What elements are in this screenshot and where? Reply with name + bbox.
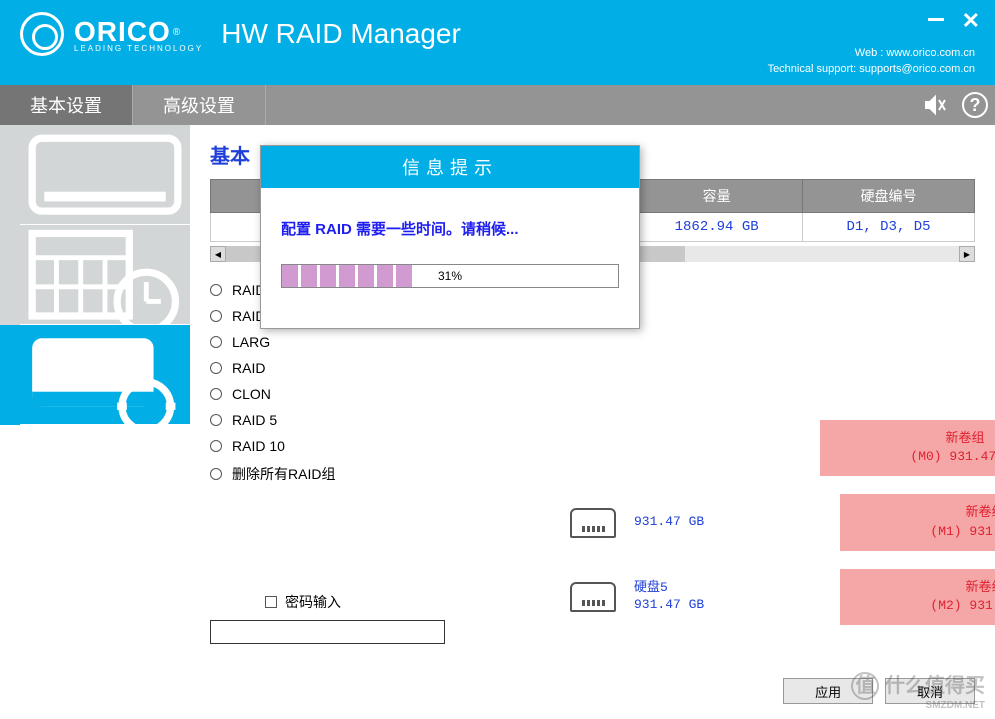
disk-row: 931.47 GB 新卷组 (M1) 931.47 GB bbox=[570, 494, 995, 550]
brand-tagline: LEADING TECHNOLOGY bbox=[74, 44, 203, 53]
radio-icon bbox=[210, 388, 222, 400]
col-disk-id: 硬盘编号 bbox=[803, 180, 975, 213]
radio-icon bbox=[210, 336, 222, 348]
sidebar-item-schedule[interactable] bbox=[20, 225, 190, 325]
radio-icon bbox=[210, 414, 222, 426]
brand-block: ORICO® LEADING TECHNOLOGY bbox=[74, 16, 203, 53]
volume-box[interactable]: 新卷组 (M2) 931.47 GB bbox=[840, 569, 995, 625]
close-icon[interactable]: ✕ bbox=[962, 8, 980, 34]
radio-icon bbox=[210, 362, 222, 374]
password-checkbox-row[interactable]: 密码输入 bbox=[265, 592, 445, 612]
raid-option[interactable]: LARG bbox=[210, 334, 975, 350]
disk-row: 硬盘5 931.47 GB 新卷组 (M2) 931.47 GB bbox=[570, 569, 995, 625]
raid-option[interactable]: CLON bbox=[210, 386, 975, 402]
radio-icon bbox=[210, 468, 222, 480]
registered-icon: ® bbox=[173, 27, 180, 38]
volume-box[interactable]: 新卷组 (M1) 931.47 GB bbox=[840, 494, 995, 550]
disk-volume-area: 新卷组 (M0) 931.47 GB 931.47 GB 新卷组 (M1) 93… bbox=[570, 420, 995, 643]
password-area: 密码输入 bbox=[210, 592, 445, 644]
cell-disk-id: D1, D3, D5 bbox=[803, 213, 975, 242]
radio-icon bbox=[210, 310, 222, 322]
scroll-right-icon[interactable]: ▶ bbox=[959, 246, 975, 262]
sidebar-item-raid-config[interactable] bbox=[20, 325, 190, 425]
disk-info: 硬盘5 931.47 GB bbox=[634, 580, 704, 614]
progress-percent: 31% bbox=[438, 269, 462, 283]
volume-box[interactable]: 新卷组 (M0) 931.47 GB bbox=[820, 420, 995, 476]
web-link[interactable]: Web : www.orico.com.cn bbox=[768, 46, 975, 61]
password-label: 密码输入 bbox=[285, 592, 341, 612]
dialog-message: 配置 RAID 需要一些时间。请稍候... bbox=[281, 218, 619, 239]
disk-gear-icon bbox=[20, 314, 190, 435]
header-links: Web : www.orico.com.cn Technical support… bbox=[768, 46, 975, 77]
sidebar bbox=[0, 125, 190, 719]
radio-icon bbox=[210, 440, 222, 452]
brand-logo-icon bbox=[20, 12, 64, 56]
support-link[interactable]: Technical support: supports@orico.com.cn bbox=[768, 62, 975, 77]
dialog-body: 配置 RAID 需要一些时间。请稍候... 31% bbox=[261, 188, 639, 328]
scroll-left-icon[interactable]: ◀ bbox=[210, 246, 226, 262]
cell-capacity: 1862.94 GB bbox=[631, 213, 803, 242]
disk-info: 931.47 GB bbox=[634, 514, 704, 531]
volume-row: 新卷组 (M0) 931.47 GB bbox=[820, 420, 995, 476]
minimize-icon[interactable] bbox=[928, 18, 944, 21]
progress-bar: 31% bbox=[281, 264, 619, 288]
info-dialog: 信息提示 配置 RAID 需要一些时间。请稍候... 31% bbox=[260, 145, 640, 329]
checkbox-icon[interactable] bbox=[265, 596, 277, 608]
sidebar-item-disk[interactable] bbox=[20, 125, 190, 225]
password-input[interactable] bbox=[210, 620, 445, 644]
dialog-title: 信息提示 bbox=[261, 146, 639, 188]
mute-icon[interactable] bbox=[915, 85, 955, 125]
raid-option[interactable]: RAID bbox=[210, 360, 975, 376]
watermark: 值 什么值得买 SMZDM.NET bbox=[851, 669, 985, 711]
app-header: ORICO® LEADING TECHNOLOGY HW RAID Manage… bbox=[0, 0, 995, 85]
window-controls: ✕ bbox=[928, 8, 980, 34]
help-icon[interactable]: ? bbox=[955, 85, 995, 125]
col-capacity: 容量 bbox=[631, 180, 803, 213]
brand-name: ORICO bbox=[74, 16, 171, 47]
radio-icon bbox=[210, 284, 222, 296]
hdd-icon bbox=[570, 582, 616, 612]
hdd-icon bbox=[570, 508, 616, 538]
app-title: HW RAID Manager bbox=[221, 18, 461, 50]
